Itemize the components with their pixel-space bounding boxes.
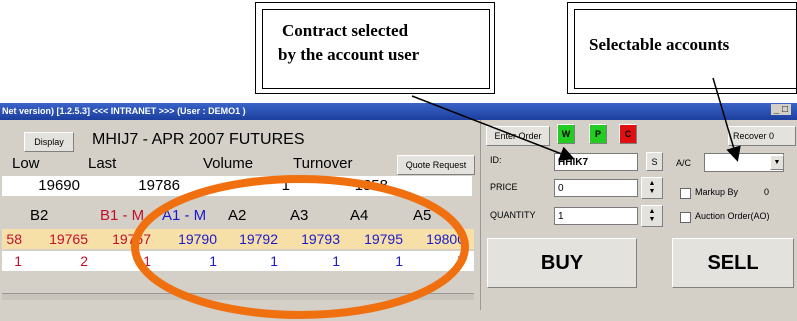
annotation-overlay xyxy=(131,77,741,319)
contract-arrow xyxy=(411,95,575,161)
accounts-arrow xyxy=(712,77,741,162)
highlight-ellipse xyxy=(131,175,469,319)
